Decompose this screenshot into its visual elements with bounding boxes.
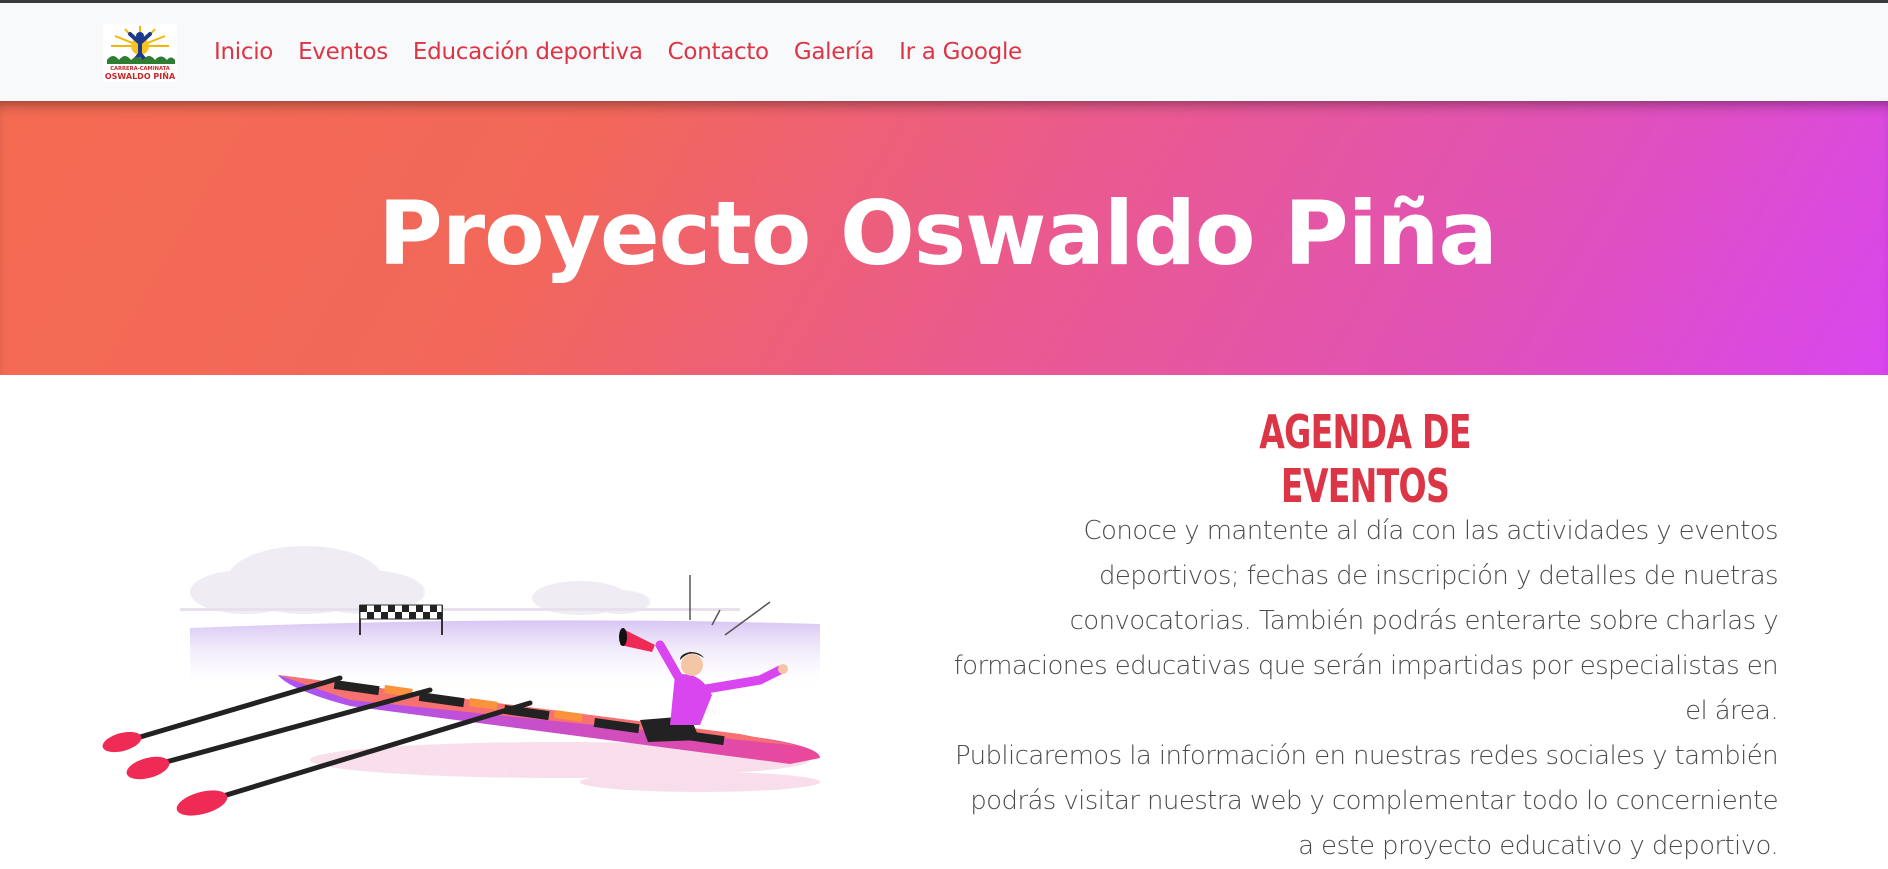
agenda-paragraph-2: Publicaremos la información en nuestras … [954,741,1779,861]
navbar: CARRERA-CAMINATA OSWALDO PIÑA Inicio Eve… [0,3,1888,102]
nav-links: Inicio Eventos Educación deportiva Conta… [214,3,1047,101]
agenda-paragraph-1: Conoce y mantente al día con las activid… [953,516,1779,726]
brand-logo[interactable]: CARRERA-CAMINATA OSWALDO PIÑA [103,24,177,82]
nav-link-educacion-deportiva[interactable]: Educación deportiva [413,39,643,65]
agenda-description: Conoce y mantente al día con las activid… [950,509,1779,869]
agenda-title: AGENDA DE EVENTOS [1259,405,1471,513]
rowing-boat-illustration [102,546,820,816]
runner-logo-icon: CARRERA-CAMINATA OSWALDO PIÑA [103,24,177,82]
nav-link-eventos[interactable]: Eventos [298,39,388,65]
nav-link-inicio[interactable]: Inicio [214,39,273,65]
nav-link-contacto[interactable]: Contacto [668,39,769,65]
hero-banner: Proyecto Oswaldo Piña [0,101,1888,375]
nav-link-galeria[interactable]: Galería [794,39,875,65]
hero-title: Proyecto Oswaldo Piña [378,181,1498,285]
rowing-illustration [100,520,870,853]
nav-link-ir-a-google[interactable]: Ir a Google [899,39,1022,65]
logo-text-line2: OSWALDO PIÑA [105,71,176,81]
